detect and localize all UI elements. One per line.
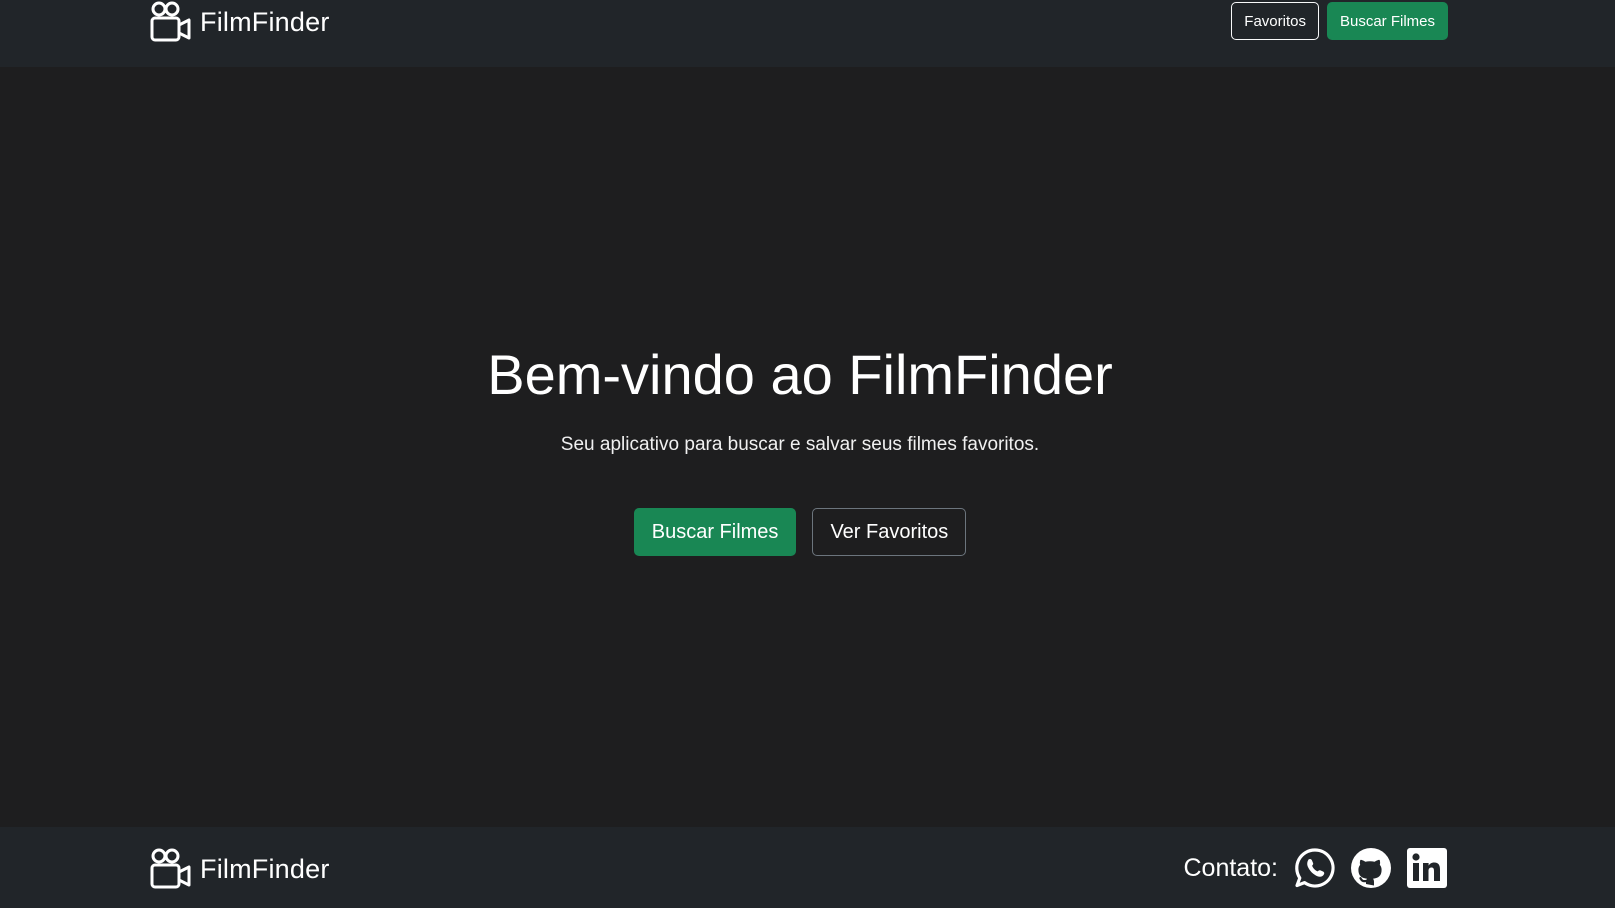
footer-brand-link[interactable]: FilmFinder	[150, 847, 330, 891]
brand-name: FilmFinder	[200, 6, 330, 37]
favorites-button[interactable]: Favoritos	[1231, 2, 1319, 40]
github-icon[interactable]	[1350, 847, 1392, 889]
hero-section: Bem-vindo ao FilmFinder Seu aplicativo p…	[0, 67, 1615, 827]
camera-reels-icon	[150, 848, 192, 890]
contact-links: Contato:	[1183, 847, 1448, 889]
camera-reels-icon	[150, 1, 192, 43]
whatsapp-icon[interactable]	[1294, 847, 1336, 889]
hero-actions: Buscar Filmes Ver Favoritos	[0, 508, 1600, 556]
hero-subtitle: Seu aplicativo para buscar e salvar seus…	[560, 434, 1040, 455]
linkedin-icon[interactable]	[1406, 847, 1448, 889]
hero-search-button[interactable]: Buscar Filmes	[633, 508, 797, 556]
footer: FilmFinder Contato:	[0, 827, 1615, 908]
navbar: FilmFinder Favoritos Buscar Filmes	[0, 0, 1615, 67]
bottom-strip	[0, 908, 1615, 914]
hero-favorites-button[interactable]: Ver Favoritos	[812, 508, 967, 556]
footer-brand-name: FilmFinder	[200, 853, 330, 884]
contact-label: Contato:	[1183, 853, 1278, 882]
brand-link[interactable]: FilmFinder	[150, 0, 330, 44]
nav-actions: Favoritos Buscar Filmes	[1231, 2, 1448, 40]
search-films-button[interactable]: Buscar Filmes	[1326, 2, 1448, 40]
page: FilmFinder Favoritos Buscar Filmes Bem-v…	[0, 0, 1615, 914]
hero-title: Bem-vindo ao FilmFinder	[487, 343, 1113, 406]
